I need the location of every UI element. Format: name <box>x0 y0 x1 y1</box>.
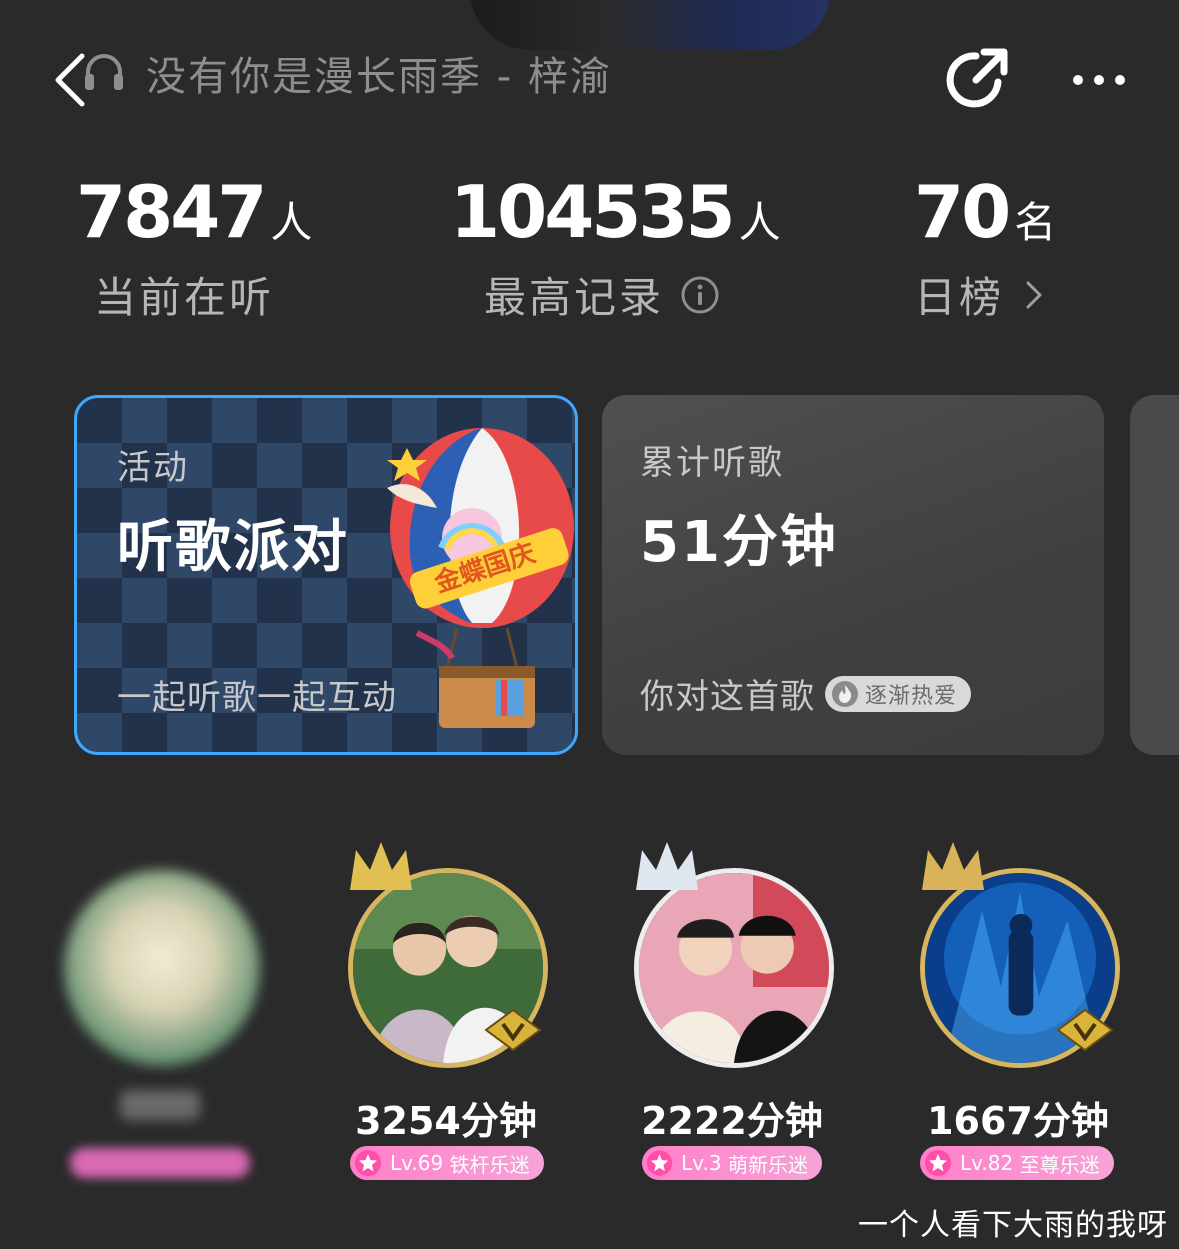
listen-minutes: 3254分钟 <box>355 1099 537 1143</box>
level-badge: Lv.69 铁杆乐迷 <box>350 1146 544 1180</box>
blurred-username <box>120 1090 200 1120</box>
card-title: 51分钟 <box>640 510 838 575</box>
stat-unit: 名 <box>1014 198 1057 247</box>
top-bar: 没有你是漫长雨季 - 梓渝 <box>0 30 1179 120</box>
listen-minutes: 1667分钟 <box>927 1099 1109 1143</box>
heat-badge-label: 逐渐热爱 <box>865 683 958 709</box>
level-number: Lv.3 <box>681 1151 722 1175</box>
listening-party-card[interactable]: 活动 听歌派对 一起听歌一起互动 金蝶国庆 <box>74 395 578 755</box>
share-icon[interactable] <box>942 44 1012 114</box>
stat-peak-record: 104535 人 最高记录 <box>450 170 781 325</box>
level-title: 萌新乐迷 <box>728 1152 808 1177</box>
watermark: 一个人看下大雨的我呀 <box>858 1208 1168 1243</box>
stat-value: 7847 <box>76 170 267 254</box>
flame-icon <box>832 680 858 707</box>
info-icon[interactable] <box>680 275 720 315</box>
card-title: 听歌派对 <box>117 515 349 580</box>
stat-unit: 人 <box>738 198 781 247</box>
level-title: 至尊乐迷 <box>1019 1152 1100 1177</box>
card-subtitle: 一起听歌一起互动 <box>117 678 397 718</box>
stat-value: 70 <box>914 170 1011 254</box>
level-badge: Lv.82 至尊乐迷 <box>920 1146 1114 1180</box>
star-icon <box>925 1150 951 1176</box>
level-number: Lv.69 <box>390 1151 444 1175</box>
listening-stats-card[interactable]: 累计听歌 51分钟 你对这首歌 逐渐热爱 <box>602 395 1104 755</box>
song-title: 没有你是漫长雨季 - 梓渝 <box>146 54 612 100</box>
star-icon <box>646 1150 673 1176</box>
stat-label: 当前在听 <box>94 273 275 322</box>
card-kicker: 累计听歌 <box>640 443 784 483</box>
blurred-listener <box>50 840 270 1200</box>
stat-label: 日榜 <box>914 273 1005 322</box>
heat-badge: 逐渐热爱 <box>825 675 972 712</box>
avatar-photo <box>639 873 829 1063</box>
top-listener-3[interactable]: 1667分钟 Lv.82 至尊乐迷 <box>908 840 1128 1200</box>
vip-badge-icon <box>484 1008 542 1052</box>
crown-icon <box>636 842 698 890</box>
stat-value: 104535 <box>450 170 736 254</box>
card-subtitle: 你对这首歌 逐渐热爱 <box>640 669 972 718</box>
star-icon <box>355 1150 381 1176</box>
listen-minutes: 2222分钟 <box>641 1099 823 1143</box>
avatar <box>64 870 260 1066</box>
vip-badge-icon <box>1056 1008 1114 1052</box>
next-card-peek[interactable] <box>1130 395 1179 755</box>
card-subtitle-text: 你对这首歌 <box>640 677 815 717</box>
hot-air-balloon-illustration: 金蝶国庆 <box>387 428 574 728</box>
crown-icon <box>922 842 984 890</box>
level-number: Lv.82 <box>960 1151 1014 1175</box>
level-title: 铁杆乐迷 <box>449 1152 530 1177</box>
level-badge: Lv.3 萌新乐迷 <box>642 1146 822 1180</box>
top-listener-1[interactable]: 3254分钟 Lv.69 铁杆乐迷 <box>336 840 556 1200</box>
stat-label: 最高记录 <box>484 273 665 322</box>
chevron-right-icon <box>1026 281 1042 308</box>
crown-icon <box>350 842 412 890</box>
stat-current-listeners: 7847 人 当前在听 <box>76 170 312 325</box>
stat-unit: 人 <box>270 198 313 247</box>
more-dots-icon[interactable] <box>1066 58 1136 98</box>
card-kicker: 活动 <box>117 448 189 488</box>
stat-daily-rank[interactable]: 70 名 日榜 <box>914 170 1056 325</box>
headphone-icon <box>85 54 123 90</box>
blurred-level-badge <box>70 1148 250 1178</box>
top-listener-2[interactable]: 2222分钟 Lv.3 萌新乐迷 <box>622 840 842 1200</box>
avatar <box>634 868 834 1068</box>
